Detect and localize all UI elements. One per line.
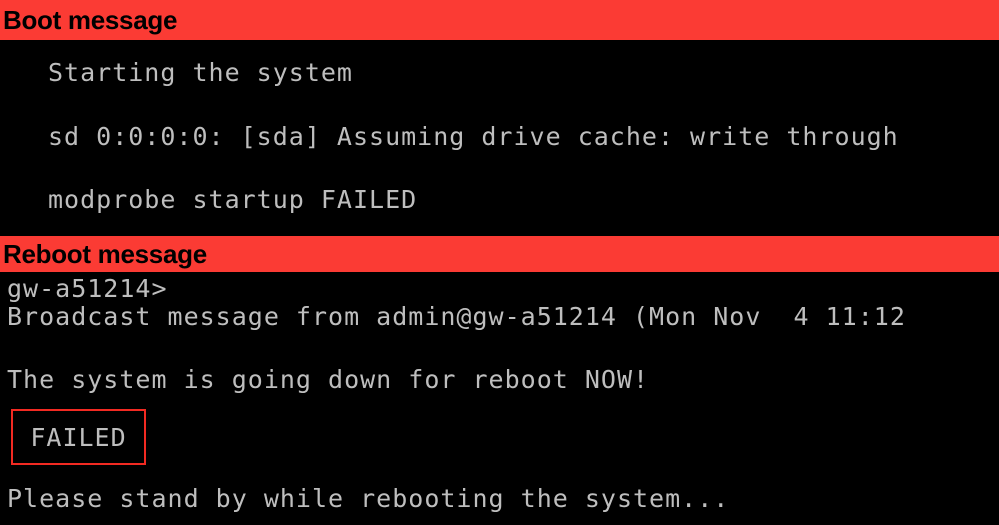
boot-message-section-title: Boot message — [3, 5, 178, 35]
reboot-message-section-title: Reboot message — [3, 239, 207, 269]
boot-output-line: sd 0:0:0:0: [sda] Assuming drive cache: … — [48, 122, 899, 151]
status-badge: FAILED — [11, 409, 146, 465]
terminal-screen: Boot message Starting the system sd 0:0:… — [0, 0, 999, 525]
boot-message-section-header: Boot message — [0, 0, 999, 40]
boot-output-line: Starting the system — [48, 58, 353, 87]
boot-output-line: modprobe startup FAILED — [48, 185, 418, 214]
status-badge-label: FAILED — [30, 422, 127, 452]
shell-prompt[interactable]: gw-a51214> — [7, 274, 168, 304]
boot-console-output: Starting the system sd 0:0:0:0: [sda] As… — [0, 40, 999, 236]
broadcast-message-line: Broadcast message from admin@gw-a51214 (… — [7, 302, 906, 331]
stand-by-line: Please stand by while rebooting the syst… — [7, 484, 730, 513]
reboot-message-section-header: Reboot message — [0, 236, 999, 272]
reboot-console-output: gw-a51214> Broadcast message from admin@… — [0, 272, 999, 525]
system-going-down-line: The system is going down for reboot NOW! — [7, 365, 650, 394]
